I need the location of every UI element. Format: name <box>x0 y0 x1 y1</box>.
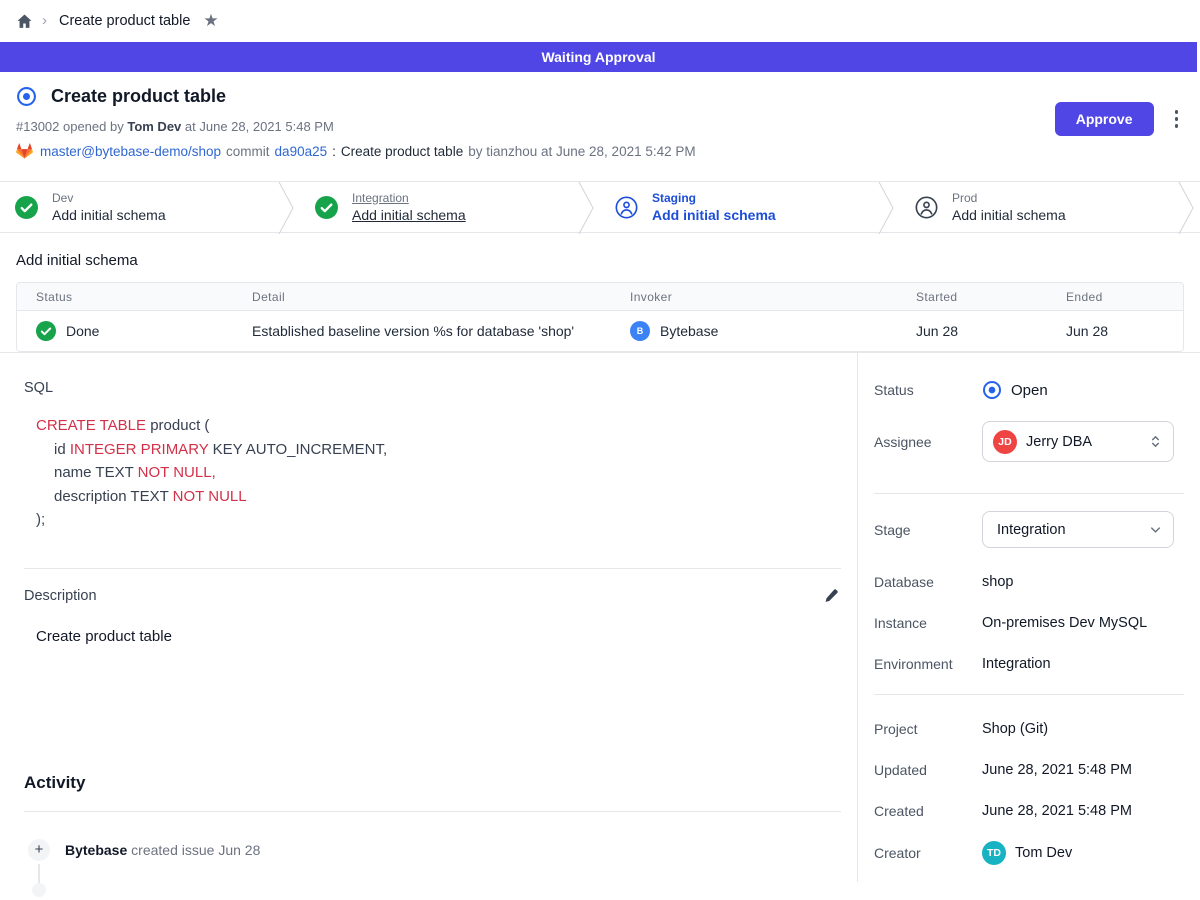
breadcrumb-title: Create product table <box>59 13 190 29</box>
task-table-header: Status Detail Invoker Started Ended <box>17 283 1183 311</box>
task-detail: Established baseline version %s for data… <box>252 323 630 339</box>
activity-timeline-line <box>38 864 40 883</box>
breadcrumb: › Create product table ★ <box>0 0 1200 42</box>
stage-assignee-icon <box>615 196 638 219</box>
approval-banner: Waiting Approval <box>0 42 1197 72</box>
activity-actor: Bytebase <box>65 842 127 858</box>
database-value: shop <box>982 574 1184 590</box>
creator-avatar: TD <box>982 841 1006 865</box>
chevron-down-icon <box>1148 522 1163 537</box>
task-table: Status Detail Invoker Started Ended Done… <box>16 282 1184 352</box>
invoker-avatar: B <box>630 321 650 341</box>
home-icon[interactable] <box>16 13 33 30</box>
creator-label: Creator <box>874 845 982 861</box>
stage-task-link[interactable]: Add initial schema <box>652 206 776 224</box>
issue-title: Create product table <box>51 86 226 107</box>
commit-line: master@bytebase-demo/shop commit da90a25… <box>16 143 1184 160</box>
issue-detail-column: SQL CREATE TABLE product ( id INTEGER PR… <box>0 353 857 882</box>
commit-message: Create product table <box>341 144 463 159</box>
updated-value: June 28, 2021 5:48 PM <box>982 762 1184 778</box>
description-text: Create product table <box>36 628 841 645</box>
instance-label: Instance <box>874 615 982 631</box>
stage-separator <box>578 182 600 234</box>
issue-author: Tom Dev <box>127 119 181 134</box>
task-table-row[interactable]: Done Established baseline version %s for… <box>17 311 1183 351</box>
stage-select[interactable]: Integration <box>982 511 1174 548</box>
stage-assignee-icon <box>915 196 938 219</box>
task-heading: Add initial schema <box>16 252 1184 269</box>
stage-separator <box>1178 182 1200 234</box>
gitlab-icon <box>16 143 33 160</box>
divider <box>874 493 1184 494</box>
approval-banner-text: Waiting Approval <box>541 49 655 65</box>
pipeline-stage-integration[interactable]: Integration Add initial schema <box>300 182 578 232</box>
pipeline-stage-bar: Dev Add initial schema Integration Add i… <box>0 181 1200 233</box>
commit-hash-link[interactable]: da90a25 <box>275 144 328 159</box>
stage-env-label: Prod <box>952 191 1066 206</box>
stage-separator <box>278 182 300 234</box>
task-done-icon <box>36 321 56 341</box>
stage-done-icon <box>315 196 338 219</box>
status-value: Open <box>1011 382 1048 399</box>
activity-plus-icon: + <box>28 839 50 861</box>
description-label: Description <box>24 588 97 604</box>
project-label: Project <box>874 721 982 737</box>
status-label: Status <box>874 382 982 398</box>
issue-meta: #13002 opened by Tom Dev at June 28, 202… <box>16 119 1184 134</box>
divider <box>24 568 841 569</box>
stage-task-link[interactable]: Add initial schema <box>52 206 166 224</box>
stage-env-label: Integration <box>352 191 466 206</box>
activity-item: + Bytebase created issue Jun 28 <box>28 839 841 861</box>
issue-header: Create product table #13002 opened by To… <box>0 72 1200 181</box>
stage-env-label: Staging <box>652 191 776 206</box>
divider <box>874 694 1184 695</box>
activity-next-item-icon <box>32 883 46 897</box>
issue-open-status-icon <box>16 86 37 107</box>
stage-task-link[interactable]: Add initial schema <box>952 206 1066 224</box>
breadcrumb-chevron-icon: › <box>42 12 47 29</box>
pipeline-stage-staging[interactable]: Staging Add initial schema <box>600 182 878 232</box>
status-open-icon <box>982 380 1002 400</box>
sql-code: CREATE TABLE product ( id INTEGER PRIMAR… <box>36 414 841 532</box>
task-section: Add initial schema Status Detail Invoker… <box>0 252 1200 352</box>
stage-done-icon <box>15 196 38 219</box>
stage-separator <box>878 182 900 234</box>
edit-description-icon[interactable] <box>821 586 841 606</box>
creator-value: Tom Dev <box>1015 845 1072 861</box>
environment-label: Environment <box>874 656 982 672</box>
commit-branch-link[interactable]: master@bytebase-demo/shop <box>40 144 221 159</box>
assignee-label: Assignee <box>874 434 982 450</box>
divider <box>24 811 841 812</box>
sql-label: SQL <box>24 380 841 396</box>
stage-env-label: Dev <box>52 191 166 206</box>
task-started: Jun 28 <box>916 323 1066 339</box>
database-label: Database <box>874 574 982 590</box>
project-value[interactable]: Shop (Git) <box>982 721 1184 737</box>
pipeline-stage-dev[interactable]: Dev Add initial schema <box>0 182 278 232</box>
stage-label: Stage <box>874 522 982 538</box>
assignee-avatar: JD <box>993 430 1017 454</box>
environment-value: Integration <box>982 656 1184 672</box>
updown-chevron-icon <box>1148 434 1163 449</box>
more-actions-icon[interactable] <box>1169 106 1185 132</box>
activity-heading: Activity <box>24 773 841 793</box>
favorite-star-icon[interactable]: ★ <box>203 11 218 31</box>
created-label: Created <box>874 803 982 819</box>
pipeline-stage-prod[interactable]: Prod Add initial schema <box>900 182 1178 232</box>
assignee-select[interactable]: JD Jerry DBA <box>982 421 1174 462</box>
task-status: Done <box>66 323 99 339</box>
updated-label: Updated <box>874 762 982 778</box>
created-value: June 28, 2021 5:48 PM <box>982 803 1184 819</box>
activity-action: created issue Jun 28 <box>131 842 260 858</box>
task-ended: Jun 28 <box>1066 323 1183 339</box>
assignee-value: Jerry DBA <box>1026 434 1092 450</box>
stage-value: Integration <box>997 522 1066 538</box>
instance-value: On-premises Dev MySQL <box>982 615 1184 631</box>
approve-button[interactable]: Approve <box>1055 102 1154 136</box>
stage-task-link[interactable]: Add initial schema <box>352 206 466 224</box>
task-invoker: Bytebase <box>660 323 718 339</box>
issue-sidebar: Status Open Assignee JD Jerry DBA Stage <box>857 353 1200 882</box>
